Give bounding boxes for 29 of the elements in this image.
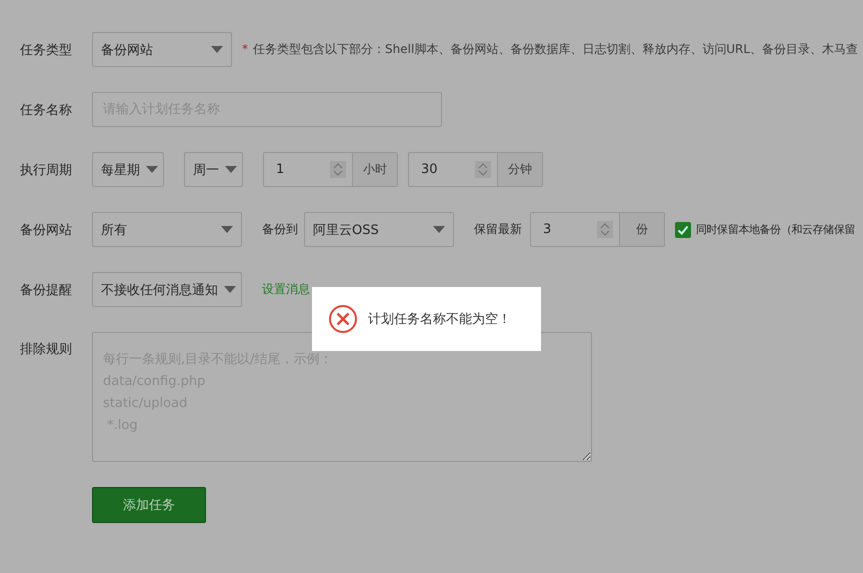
stepper-icon[interactable] <box>475 161 491 178</box>
unit-label: 份 <box>620 213 664 246</box>
dropdown[interactable]: 周一 <box>184 152 243 187</box>
hint-text: * 任务类型包含以下部分：Shell脚本、备份网站、备份数据库、日志切割、释放内存、访问URL、备份目录、木马查 <box>242 41 858 58</box>
number-field[interactable]: 1 <box>264 153 353 186</box>
dropdown[interactable]: 阿里云OSS <box>304 212 454 247</box>
field-label: 备份网站 <box>20 222 73 238</box>
toast-message: 计划任务名称不能为空！ <box>368 311 511 328</box>
unit-label: 分钟 <box>498 153 542 186</box>
field-label: 执行周期 <box>20 162 73 178</box>
dropdown[interactable]: 不接收任何消息通知 <box>92 272 242 307</box>
checkbox-label: 同时保留本地备份（和云存储保留 <box>696 222 856 237</box>
field-label: 排除规则 <box>20 341 73 358</box>
add-task-button[interactable]: 添加任务 <box>92 487 206 523</box>
field-label: 备份提醒 <box>20 282 73 298</box>
field-label: 备份到 <box>262 221 298 238</box>
unit-label: 小时 <box>353 153 397 186</box>
stepper-icon[interactable] <box>330 161 346 178</box>
field-label: 任务类型 <box>20 42 73 58</box>
stepper-icon[interactable] <box>597 221 613 238</box>
dropdown[interactable]: 所有 <box>92 212 242 247</box>
number-field[interactable]: 30 <box>409 153 498 186</box>
field-label: 任务名称 <box>20 102 73 118</box>
number-field[interactable]: 3 <box>531 213 620 246</box>
error-icon <box>328 304 358 334</box>
dropdown[interactable]: 备份网站 <box>92 32 232 67</box>
checkbox[interactable] <box>675 222 691 238</box>
field-label: 保留最新 <box>474 221 522 238</box>
dropdown[interactable]: 每星期 <box>92 152 164 187</box>
